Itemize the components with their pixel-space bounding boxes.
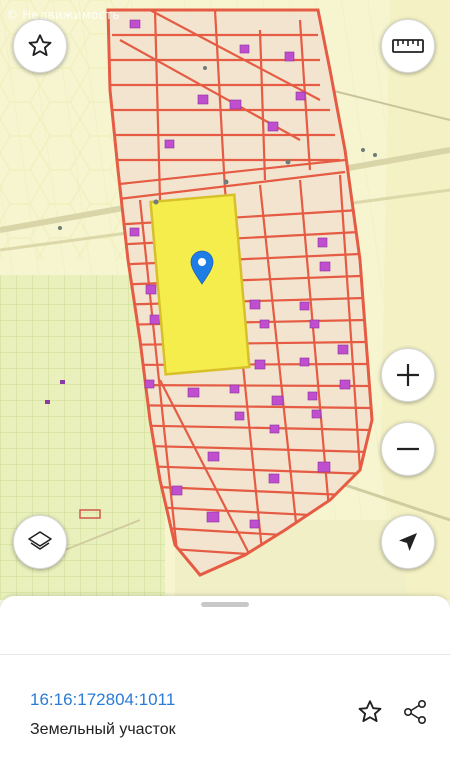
my-location-button[interactable] — [381, 515, 435, 569]
minus-icon — [395, 436, 421, 462]
navigation-arrow-icon — [396, 530, 420, 554]
layers-icon — [26, 528, 54, 556]
map-watermark: © Недвижимость — [6, 8, 120, 22]
add-to-favorites-button[interactable] — [354, 698, 386, 730]
ruler-button[interactable] — [381, 19, 435, 73]
cadastral-number[interactable]: 16:16:172804:1011 — [30, 690, 175, 710]
sheet-drag-handle[interactable] — [201, 602, 249, 607]
ruler-icon — [392, 36, 424, 56]
plus-icon — [395, 362, 421, 388]
star-outline-icon — [26, 32, 54, 60]
object-type-label: Земельный участок — [30, 721, 176, 738]
info-bottom-sheet[interactable]: 16:16:172804:1011 Земельный участок — [0, 596, 450, 768]
share-button[interactable] — [399, 698, 431, 730]
layers-button[interactable] — [13, 515, 67, 569]
share-icon — [401, 698, 429, 731]
favorite-map-button[interactable] — [13, 19, 67, 73]
zoom-out-button[interactable] — [381, 422, 435, 476]
map-canvas[interactable] — [0, 0, 450, 600]
zoom-in-button[interactable] — [381, 348, 435, 402]
sheet-divider — [0, 654, 450, 655]
star-outline-icon — [356, 698, 384, 731]
map-view[interactable]: © Недвижимость — [0, 0, 450, 600]
